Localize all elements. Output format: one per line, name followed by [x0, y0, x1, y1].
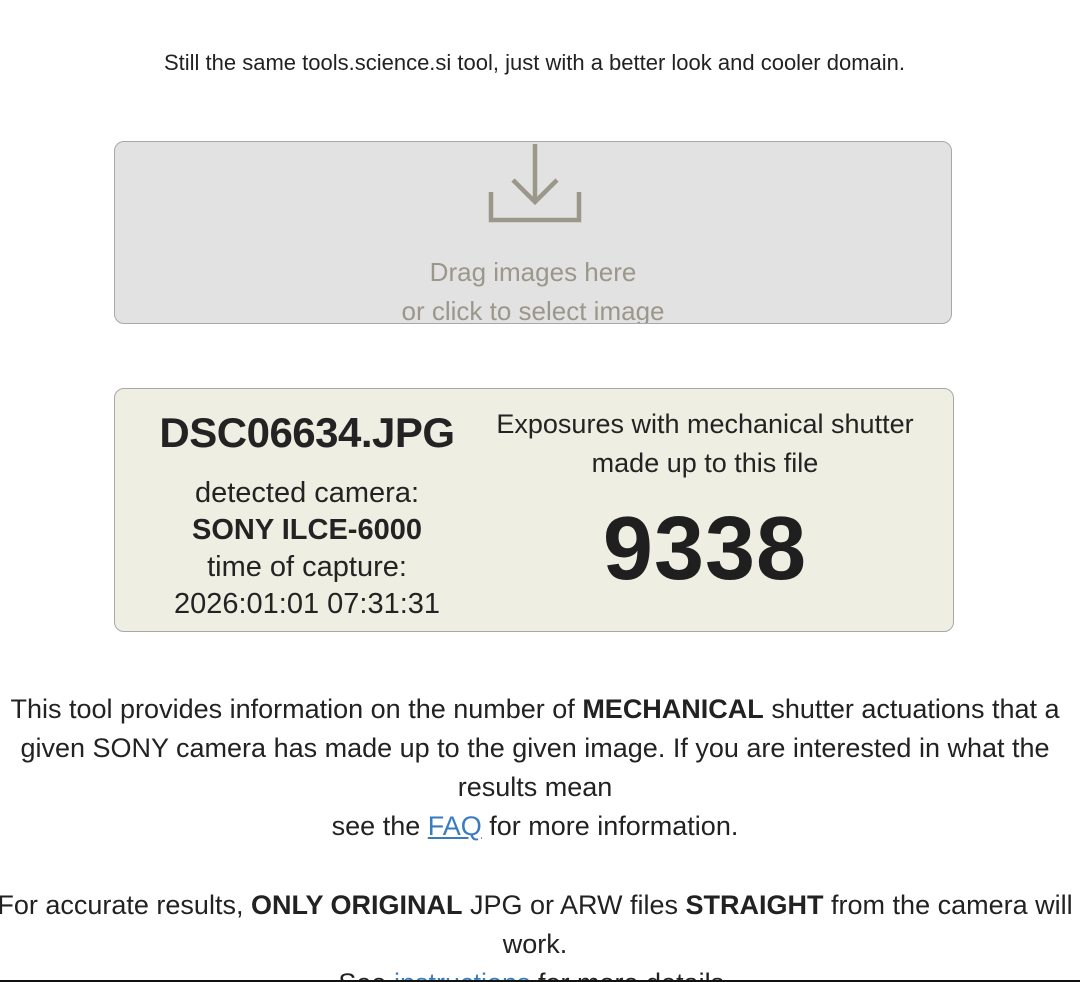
- tagline: Still the same tools.science.si tool, ju…: [163, 50, 906, 75]
- info-emphasis: ONLY ORIGINAL: [250, 890, 463, 920]
- info-text: from the camera will: [823, 890, 1073, 920]
- info-text: work.: [502, 929, 568, 959]
- exposure-label-line2: made up to this file: [591, 448, 819, 478]
- info-paragraph: This tool provides information on the nu…: [0, 690, 1080, 846]
- exposure-label: Exposures with mechanical shutter made u…: [470, 405, 940, 483]
- info-text: given SONY camera has made up to the giv…: [20, 733, 1050, 763]
- info-emphasis: MECHANICAL: [582, 694, 764, 724]
- info-text: For accurate results,: [0, 890, 251, 920]
- dropzone-sublabel: or click to select image: [401, 296, 665, 324]
- info-text: for more information.: [481, 811, 739, 841]
- result-card: DSC06634.JPG detected camera: SONY ILCE-…: [114, 388, 954, 632]
- dropzone-label: Drag images here: [429, 257, 637, 287]
- accuracy-paragraph: For accurate results, ONLY ORIGINAL JPG …: [0, 886, 1080, 982]
- info-text: This tool provides information on the nu…: [10, 694, 583, 724]
- capture-time: 2026:01:01 07:31:31: [173, 588, 441, 620]
- shutter-count: 9338: [602, 499, 808, 599]
- info-text: results mean: [457, 772, 613, 802]
- info-text: see the: [331, 811, 428, 841]
- info-text: JPG or ARW files: [462, 890, 686, 920]
- page: Still the same tools.science.si tool, ju…: [0, 0, 1080, 982]
- camera-model: SONY ILCE-6000: [192, 514, 422, 546]
- exposure-label-line1: Exposures with mechanical shutter: [496, 409, 914, 439]
- info-emphasis: STRAIGHT: [685, 890, 824, 920]
- capture-time-label: time of capture:: [207, 551, 407, 583]
- image-dropzone[interactable]: Drag images here or click to select imag…: [114, 141, 952, 324]
- download-icon: [488, 144, 582, 223]
- info-text: shutter actuations that a: [763, 694, 1060, 724]
- camera-label: detected camera:: [194, 477, 420, 509]
- faq-link[interactable]: FAQ: [428, 811, 482, 841]
- file-name: DSC06634.JPG: [159, 409, 455, 456]
